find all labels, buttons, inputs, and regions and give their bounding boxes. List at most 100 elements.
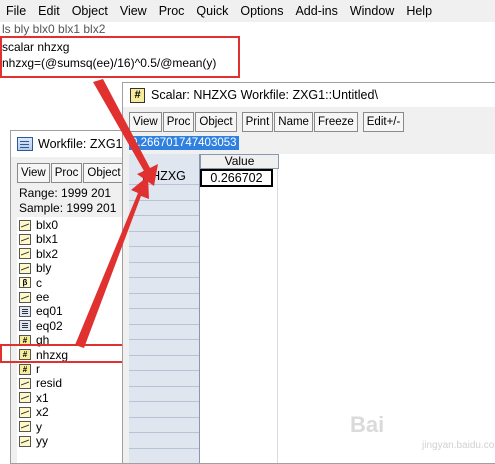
menu-view[interactable]: View [114, 0, 153, 22]
series-icon [19, 262, 31, 274]
workfile-object-label: r [36, 362, 40, 376]
workfile-proc-button[interactable]: Proc [50, 163, 83, 183]
row-separator [129, 230, 199, 232]
series-icon [19, 421, 31, 433]
series-icon [19, 219, 31, 231]
row-separator [129, 323, 199, 325]
workfile-object-y[interactable]: y [19, 420, 42, 434]
workfile-icon [17, 137, 33, 151]
menu-object[interactable]: Object [66, 0, 114, 22]
menu-edit[interactable]: Edit [32, 0, 66, 22]
value-cell[interactable]: 0.266702 [200, 169, 273, 187]
menu-quick[interactable]: Quick [190, 0, 234, 22]
nhzxg-highlight-box [0, 344, 135, 363]
command-line-1: ls bly blx0 blx1 blx2 [2, 22, 106, 36]
row-header-column [129, 154, 200, 463]
row-separator [129, 401, 199, 402]
workfile-object-label: x1 [36, 390, 49, 405]
workfile-sample: Sample: 1999 201 [19, 201, 117, 215]
workfile-object-blx1[interactable]: blx1 [19, 232, 58, 246]
series-icon [19, 377, 31, 389]
scalar-view-button[interactable]: View [129, 112, 162, 132]
row-separator [129, 199, 199, 201]
scalar-titlebar[interactable]: # Scalar: NHZXG Workfile: ZXG1::Untitled… [123, 83, 495, 107]
workfile-title: Workfile: ZXG1 [38, 137, 123, 151]
scalar-freeze-button[interactable]: Freeze [313, 112, 358, 132]
row-separator [129, 308, 199, 309]
workfile-object-label: x2 [36, 405, 49, 420]
equation-icon [19, 305, 31, 317]
row-separator [129, 354, 199, 356]
workfile-object-label: eq01 [36, 304, 63, 319]
scalar-edit-button[interactable]: Edit+/- [362, 112, 405, 132]
command-highlight-box [0, 36, 240, 78]
workfile-toolbar: View Proc Object [17, 163, 126, 183]
scalar-object-button[interactable]: Object [195, 112, 237, 132]
series-icon [19, 291, 31, 303]
scalar-icon: # [19, 363, 31, 375]
row-separator [129, 416, 199, 418]
workfile-window[interactable]: Workfile: ZXG1 View Proc Object Range: 1… [10, 130, 126, 464]
workfile-object-label: bly [36, 261, 52, 276]
watermark-logo: Bai [350, 412, 385, 437]
row-separator [129, 432, 199, 433]
workfile-object-label: blx0 [36, 218, 59, 232]
coef-icon: β [19, 277, 31, 289]
menu-proc[interactable]: Proc [153, 0, 191, 22]
menu-addins[interactable]: Add-ins [289, 0, 343, 22]
workfile-object-eq01[interactable]: eq01 [19, 304, 63, 318]
workfile-object-resid[interactable]: resid [19, 376, 62, 390]
row-separator [129, 246, 199, 247]
workfile-object-label: eq02 [36, 318, 63, 333]
workfile-object-label: blx1 [36, 232, 59, 247]
workfile-object-ee[interactable]: ee [19, 290, 49, 304]
menu-help[interactable]: Help [400, 0, 438, 22]
menu-window[interactable]: Window [344, 0, 400, 22]
nhzxg-row-header[interactable]: NHZXG [129, 168, 199, 184]
row-separator [129, 292, 199, 294]
scalar-proc-button[interactable]: Proc [162, 112, 195, 132]
workfile-object-yy[interactable]: yy [19, 434, 48, 448]
workfile-object-bly[interactable]: bly [19, 261, 51, 275]
row-separator [129, 339, 199, 340]
workfile-titlebar[interactable]: Workfile: ZXG1 [11, 131, 126, 157]
scalar-edit-field[interactable]: 0.266701747403053 [129, 136, 239, 150]
workfile-object-x1[interactable]: x1 [19, 391, 49, 405]
workfile-object-label: c [36, 275, 42, 290]
workfile-object-x2[interactable]: x2 [19, 405, 49, 419]
workfile-object-button[interactable]: Object [83, 163, 125, 183]
row-separator [129, 215, 199, 216]
workfile-range: Range: 1999 201 [19, 186, 112, 200]
scalar-spreadsheet: Value NHZXG 0.266702 [129, 154, 495, 463]
workfile-object-r[interactable]: # r [19, 362, 40, 376]
workfile-view-button[interactable]: View [17, 163, 50, 183]
row-separator [129, 385, 199, 387]
scalar-window[interactable]: # Scalar: NHZXG Workfile: ZXG1::Untitled… [122, 82, 495, 464]
series-icon [19, 248, 31, 260]
series-icon [19, 435, 31, 447]
workfile-object-blx2[interactable]: blx2 [19, 247, 58, 261]
workfile-object-list: blx0 blx1 blx2 bly β c ee eq01 eq02 # gh # nhzxg # r re… [17, 217, 126, 463]
watermark-url: jingyan.baidu.com [422, 440, 495, 451]
row-separator [129, 370, 199, 371]
workfile-object-label: resid [36, 376, 63, 391]
scalar-toolbar: View Proc Object Print Name Freeze Edit+… [129, 112, 405, 132]
workfile-object-eq02[interactable]: eq02 [19, 319, 63, 333]
workfile-object-label: yy [36, 434, 48, 448]
value-column-header[interactable]: Value [200, 154, 279, 169]
workfile-object-label: blx2 [36, 246, 59, 261]
workfile-object-label: ee [36, 290, 50, 304]
equation-icon [19, 320, 31, 332]
scalar-title: Scalar: NHZXG Workfile: ZXG1::Untitled\ [151, 88, 378, 102]
menu-options[interactable]: Options [234, 0, 289, 22]
workfile-object-blx0[interactable]: blx0 [19, 218, 58, 232]
menu-file[interactable]: File [0, 0, 32, 22]
series-icon [19, 406, 31, 418]
row-separator [129, 261, 199, 263]
series-icon [19, 392, 31, 404]
workfile-object-label: y [36, 419, 42, 434]
scalar-print-button[interactable]: Print [241, 112, 274, 132]
workfile-object-c[interactable]: βc [19, 276, 42, 290]
scalar-name-button[interactable]: Name [274, 112, 313, 132]
row-separator [129, 184, 199, 185]
